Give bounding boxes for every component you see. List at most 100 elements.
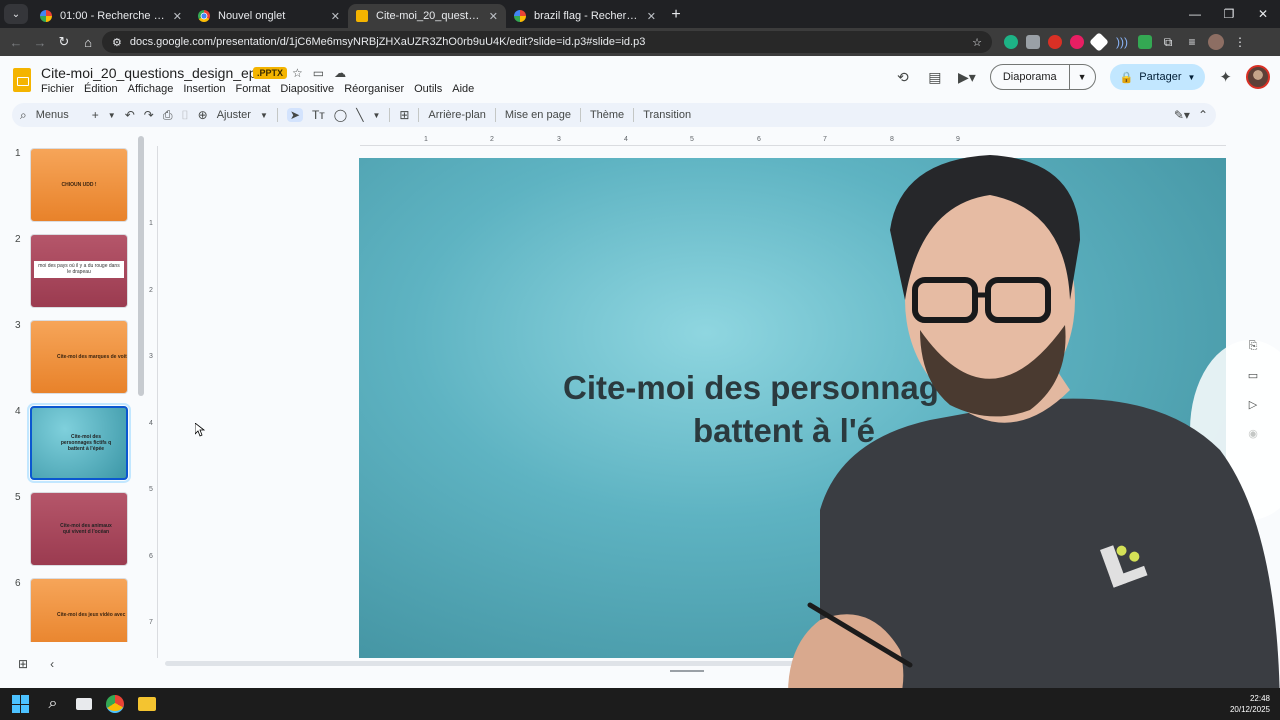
slideshow-button[interactable]: Diaporama [991, 71, 1069, 83]
grid-view-icon[interactable]: ⊞ [18, 657, 28, 671]
tab-search-button[interactable]: ⌄ [4, 4, 28, 24]
browser-tab-4[interactable]: brazil flag - Recherche Google ✕ [506, 4, 664, 28]
menu-edition[interactable]: Édition [84, 83, 118, 95]
system-clock[interactable]: 22:48 20/12/2025 [1230, 693, 1270, 715]
transition-button[interactable]: Transition [643, 109, 691, 121]
tasks-icon[interactable]: ▷ [1249, 398, 1257, 411]
menu-insertion[interactable]: Insertion [183, 83, 225, 95]
record-extension-icon[interactable] [1048, 35, 1062, 49]
slide-thumbnail-selected[interactable]: Cite-moi des personnages fictifs q batte… [27, 403, 131, 483]
redo-icon[interactable]: ↷ [144, 108, 154, 122]
chevron-down-icon[interactable]: ▼ [260, 111, 268, 120]
more-vert-icon[interactable]: ⋮ [1232, 35, 1248, 49]
restore-icon[interactable]: ❐ [1212, 0, 1246, 28]
meet-camera-icon[interactable]: ▶▾ [958, 69, 976, 86]
version-history-icon[interactable]: ⟲ [894, 69, 912, 86]
new-slide-icon[interactable]: + [92, 108, 99, 122]
audio-extension-icon[interactable]: ))) [1114, 35, 1130, 49]
slide-thumbnail-row[interactable]: 1 CHIOUN UDD ! [0, 136, 148, 222]
extension-icon[interactable] [1070, 35, 1084, 49]
chevron-up-icon[interactable]: ⌃ [1198, 108, 1208, 122]
slide-thumbnail[interactable]: Cite-moi des animaux qui vivent d l'océa… [30, 492, 128, 566]
line-icon[interactable]: ╲ [356, 108, 363, 122]
slide-thumbnail-row[interactable]: 4 Cite-moi des personnages fictifs q bat… [0, 394, 148, 483]
slide-thumbnail[interactable]: Cite-moi des jeux vidéo avec une t [30, 578, 128, 642]
gemini-sparkle-icon[interactable]: ✦ [1219, 68, 1232, 86]
browser-tab-1[interactable]: 01:00 - Recherche Google ✕ [32, 4, 190, 28]
menu-format[interactable]: Format [236, 83, 271, 95]
slide-thumbnail-row[interactable]: 2 moi des pays où il y a du rouge dans l… [0, 222, 148, 308]
search-menus-input[interactable]: Menus [36, 109, 69, 121]
slide-thumbnail-row[interactable]: 5 Cite-moi des animaux qui vivent d l'oc… [0, 480, 148, 566]
browser-tab-3[interactable]: Cite-moi_20_questions_design_ ✕ [348, 4, 506, 28]
forward-icon[interactable]: → [28, 35, 52, 50]
reload-icon[interactable]: ↻ [52, 34, 76, 50]
back-icon[interactable]: ← [4, 35, 28, 50]
current-slide[interactable]: Cite-moi des personnages fi battent à l'… [359, 158, 1226, 658]
background-button[interactable]: Arrière-plan [428, 109, 485, 121]
text-box-icon[interactable]: Tт [312, 108, 325, 122]
horizontal-ruler[interactable]: 1 2 3 4 5 6 7 8 9 [360, 136, 1226, 146]
zoom-select[interactable]: Ajuster [217, 109, 251, 121]
pen-mode-icon[interactable]: ✎▾ [1174, 108, 1190, 122]
share-button[interactable]: 🔒 Partager ▼ [1109, 64, 1206, 90]
speaker-notes-resize-handle[interactable] [670, 670, 704, 672]
camera-extension-icon[interactable] [1026, 35, 1040, 49]
reading-list-icon[interactable]: ≡ [1184, 35, 1200, 49]
search-icon[interactable]: ⌕ [44, 695, 62, 713]
keep-icon[interactable]: ⎘ [1249, 340, 1258, 353]
close-window-icon[interactable]: ✕ [1246, 0, 1280, 28]
print-icon[interactable]: ⎙ [163, 108, 173, 123]
shape-icon[interactable]: ◯ [334, 108, 347, 122]
slide-thumbnail[interactable]: Cite-moi des marques de voitu [30, 320, 128, 394]
layout-button[interactable]: Mise en page [505, 109, 571, 121]
home-icon[interactable]: ⌂ [76, 35, 100, 50]
chevron-down-icon[interactable]: ▼ [1068, 65, 1095, 89]
site-info-icon[interactable]: ⚙ [112, 36, 122, 49]
move-folder-icon[interactable]: ▭ [313, 66, 324, 80]
paint-format-icon[interactable]: ⌷ [181, 108, 188, 123]
slide-title-textbox[interactable]: Cite-moi des personnages fi battent à l'… [359, 366, 1059, 452]
close-icon[interactable]: ✕ [173, 10, 182, 23]
chrome-taskbar-icon[interactable] [106, 695, 124, 713]
folder-icon[interactable]: ▭ [1248, 369, 1258, 382]
zoom-icon[interactable]: ⊕ [198, 108, 208, 122]
minimize-icon[interactable]: — [1178, 0, 1212, 28]
file-explorer-icon[interactable] [138, 697, 156, 711]
puzzle-icon[interactable]: ⧉ [1160, 35, 1176, 50]
chevron-down-icon[interactable]: ▼ [372, 111, 380, 120]
star-icon[interactable]: ☆ [292, 66, 303, 80]
horizontal-scrollbar[interactable] [165, 661, 1189, 666]
task-view-icon[interactable] [76, 698, 92, 710]
chevron-down-icon[interactable]: ▼ [1188, 73, 1196, 82]
comments-icon[interactable]: ▤ [926, 69, 944, 86]
search-icon[interactable]: ⌕ [20, 108, 27, 123]
radio-icon[interactable]: ◉ [1248, 427, 1258, 440]
slides-logo-icon[interactable] [13, 68, 31, 92]
vertical-ruler[interactable]: 1 2 3 4 5 6 7 [148, 146, 158, 658]
cloud-status-icon[interactable]: ☁ [334, 66, 346, 80]
extension-icon[interactable] [1004, 35, 1018, 49]
close-icon[interactable]: ✕ [331, 10, 340, 23]
slide-thumbnail-row[interactable]: 3 Cite-moi des marques de voitu [0, 308, 148, 394]
extension-icon[interactable] [1089, 32, 1109, 52]
document-title[interactable]: Cite-moi_20_questions_design_epure [41, 65, 277, 81]
menu-diapositive[interactable]: Diapositive [280, 83, 334, 95]
menu-outils[interactable]: Outils [414, 83, 442, 95]
profile-avatar[interactable] [1208, 34, 1224, 50]
close-icon[interactable]: ✕ [489, 10, 498, 23]
slide-thumbnail[interactable]: moi des pays où il y a du rouge dans le … [30, 234, 128, 308]
collapse-panel-icon[interactable]: ‹ [50, 657, 54, 671]
account-avatar[interactable] [1246, 65, 1270, 89]
slide-thumbnail[interactable]: CHIOUN UDD ! [30, 148, 128, 222]
browser-tab-2[interactable]: Nouvel onglet ✕ [190, 4, 348, 28]
select-tool-icon[interactable]: ➤ [286, 108, 303, 122]
extension-icon[interactable] [1138, 35, 1152, 49]
menu-affichage[interactable]: Affichage [128, 83, 174, 95]
windows-start-icon[interactable] [12, 695, 30, 713]
add-comment-icon[interactable]: ⊞ [399, 108, 409, 122]
menu-aide[interactable]: Aide [452, 83, 474, 95]
filmstrip-scrollbar[interactable] [138, 136, 144, 396]
theme-button[interactable]: Thème [590, 109, 624, 121]
new-tab-button[interactable]: + [664, 6, 688, 24]
